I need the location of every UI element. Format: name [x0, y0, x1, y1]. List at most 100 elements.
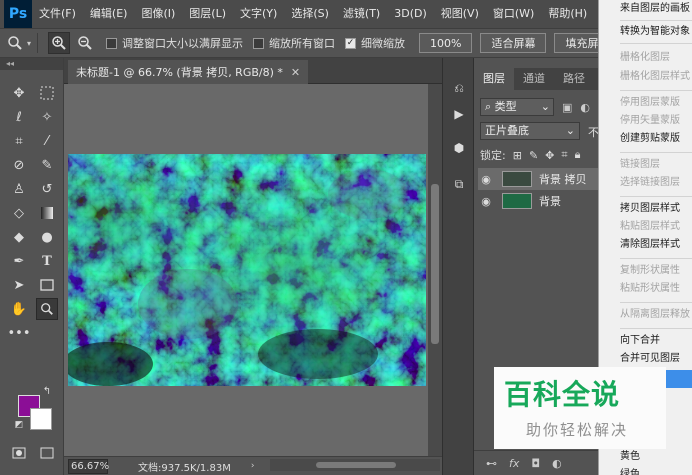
- menu-3d[interactable]: 3D(D): [387, 0, 434, 28]
- blend-mode-select[interactable]: 正片叠底 ⌄: [480, 122, 580, 140]
- resize-windows-option[interactable]: 调整窗口大小以满屏显示: [106, 35, 243, 51]
- ctx-color-green[interactable]: 绿色: [599, 466, 692, 475]
- menu-edit[interactable]: 编辑(E): [83, 0, 135, 28]
- menu-layer[interactable]: 图层(L): [182, 0, 233, 28]
- zoom-level-field[interactable]: 66.67%: [68, 458, 109, 474]
- zoom-all-windows-checkbox[interactable]: [253, 37, 265, 49]
- lock-transparent-icon[interactable]: ⊞: [513, 149, 522, 162]
- quick-mask-icon[interactable]: [8, 442, 30, 464]
- options-divider: [37, 33, 39, 53]
- lock-all-icon[interactable]: 🔒︎: [575, 148, 581, 162]
- magic-wand-tool-icon[interactable]: ✧: [36, 106, 58, 128]
- adjustment-filter-icon[interactable]: ◐: [580, 101, 590, 114]
- horizontal-scrollbar[interactable]: [270, 459, 440, 471]
- status-menu-arrow-icon[interactable]: ›: [251, 461, 255, 471]
- layer-filter-select[interactable]: ⌕ 类型 ⌄: [480, 98, 554, 116]
- preset-dropdown-arrow-icon[interactable]: ▾: [27, 39, 31, 48]
- blend-mode-value: 正片叠底: [485, 124, 529, 137]
- watermark-subtitle: 助你轻松解决: [526, 421, 629, 439]
- zoom-all-windows-option[interactable]: 缩放所有窗口: [253, 35, 335, 51]
- path-selection-tool-icon[interactable]: ➤: [8, 274, 30, 296]
- gradient-tool-icon[interactable]: [36, 202, 58, 224]
- blur-tool-icon[interactable]: ◆: [8, 226, 30, 248]
- lock-image-icon[interactable]: ✎: [529, 149, 538, 162]
- zoom-tool-icon[interactable]: [36, 298, 58, 320]
- 3d-panel-icon[interactable]: ⬢: [449, 138, 469, 158]
- ctx-color-yellow[interactable]: 黄色: [599, 448, 692, 466]
- dodge-tool-icon[interactable]: ●: [36, 226, 58, 248]
- horizontal-scroll-thumb[interactable]: [316, 462, 396, 468]
- hand-tool-icon[interactable]: ✋: [8, 298, 30, 320]
- lock-position-icon[interactable]: ✥: [545, 149, 554, 162]
- zoom-out-icon[interactable]: [74, 32, 96, 54]
- visibility-eye-icon[interactable]: ◉: [478, 195, 494, 208]
- menu-window[interactable]: 窗口(W): [486, 0, 541, 28]
- scrubby-zoom-label: 细微缩放: [361, 37, 406, 50]
- link-layers-icon[interactable]: ⊷: [486, 457, 497, 470]
- ctx-rasterize-layer-style: 栅格化图层样式: [620, 71, 690, 82]
- menu-view[interactable]: 视图(V): [434, 0, 486, 28]
- ctx-merge-visible[interactable]: 合并可见图层: [599, 350, 692, 368]
- close-document-icon[interactable]: ✕: [291, 66, 300, 79]
- adjustment-layer-icon[interactable]: ◐: [552, 457, 562, 470]
- rectangle-tool-icon[interactable]: [36, 274, 58, 296]
- eyedropper-tool-icon[interactable]: ⁄: [36, 130, 58, 152]
- default-colors-icon[interactable]: ◩: [12, 418, 26, 432]
- document-canvas[interactable]: [68, 154, 426, 386]
- brush-tool-icon[interactable]: ✎: [36, 154, 58, 176]
- canvas-image: [68, 154, 426, 386]
- zoom-in-icon[interactable]: [48, 32, 71, 54]
- ctx-disable-vector-mask: 停用矢量蒙版: [620, 115, 680, 126]
- watermark-overlay: 百科全说 助你轻松解决: [494, 367, 666, 449]
- healing-brush-tool-icon[interactable]: ⊘: [8, 154, 30, 176]
- menu-select[interactable]: 选择(S): [284, 0, 336, 28]
- tab-layers[interactable]: 图层: [474, 68, 514, 90]
- crop-tool-icon[interactable]: ⌗: [8, 130, 30, 152]
- fx-button[interactable]: fx: [509, 457, 519, 470]
- scrubby-zoom-checkbox[interactable]: ✓: [345, 37, 357, 49]
- zoom-tool-preset-icon[interactable]: [4, 32, 26, 54]
- lock-artboard-icon[interactable]: ⌗: [561, 148, 567, 162]
- history-brush-tool-icon[interactable]: ↺: [36, 178, 58, 200]
- actions-panel-icon[interactable]: ▶: [449, 104, 469, 124]
- clone-stamp-tool-icon[interactable]: ♙: [8, 178, 30, 200]
- ctx-artboard-from-layers[interactable]: 来自图层的画板: [599, 0, 692, 18]
- marquee-tool-icon[interactable]: [36, 82, 58, 104]
- document-tab[interactable]: 未标题-1 @ 66.7% (背景 拷贝, RGB/8) * ✕: [68, 60, 309, 84]
- swap-colors-icon[interactable]: ↰: [40, 384, 54, 398]
- menu-image[interactable]: 图像(I): [134, 0, 182, 28]
- visibility-eye-icon[interactable]: ◉: [478, 173, 494, 186]
- vertical-scrollbar[interactable]: [428, 84, 442, 456]
- add-mask-icon[interactable]: ◘: [531, 457, 540, 470]
- toolbar-collapse-handle[interactable]: ◂◂: [0, 58, 63, 70]
- canvas-workspace[interactable]: [64, 84, 428, 456]
- edit-toolbar-icon[interactable]: •••: [8, 322, 31, 344]
- tab-paths[interactable]: 路径: [554, 68, 594, 90]
- ctx-clear-layer-style[interactable]: 清除图层样式: [599, 236, 692, 254]
- lasso-tool-icon[interactable]: ℓ: [8, 106, 30, 128]
- zoom-100-button[interactable]: 100%: [419, 33, 473, 53]
- menu-filter[interactable]: 滤镜(T): [336, 0, 387, 28]
- background-color-swatch[interactable]: [30, 408, 52, 430]
- ctx-convert-smart-object[interactable]: 转换为智能对象: [599, 23, 692, 41]
- vertical-scroll-thumb[interactable]: [431, 184, 439, 344]
- fit-screen-button[interactable]: 适合屏幕: [480, 33, 547, 53]
- screen-mode-icon[interactable]: [36, 442, 58, 464]
- move-tool-icon[interactable]: ✥: [8, 82, 30, 104]
- scrubby-zoom-option[interactable]: ✓ 细微缩放: [345, 35, 405, 51]
- menu-type[interactable]: 文字(Y): [233, 0, 284, 28]
- type-tool-icon[interactable]: T: [36, 250, 58, 272]
- pen-tool-icon[interactable]: ✒: [8, 250, 30, 272]
- history-panel-icon[interactable]: ⎌: [449, 78, 469, 98]
- pixel-filter-icon[interactable]: ▣: [562, 101, 572, 114]
- ctx-copy-layer-style[interactable]: 拷贝图层样式: [599, 200, 692, 218]
- menu-file[interactable]: 文件(F): [32, 0, 83, 28]
- layer-comps-panel-icon[interactable]: ⧉: [449, 174, 469, 194]
- resize-windows-checkbox[interactable]: [106, 37, 118, 49]
- ctx-merge-down[interactable]: 向下合并: [599, 332, 692, 350]
- ctx-create-clipping-mask[interactable]: 创建剪贴蒙版: [599, 130, 692, 148]
- watermark-logo: 百科全说: [504, 378, 621, 411]
- tab-channels[interactable]: 通道: [514, 68, 554, 90]
- eraser-tool-icon[interactable]: ◇: [8, 202, 30, 224]
- menu-help[interactable]: 帮助(H): [541, 0, 594, 28]
